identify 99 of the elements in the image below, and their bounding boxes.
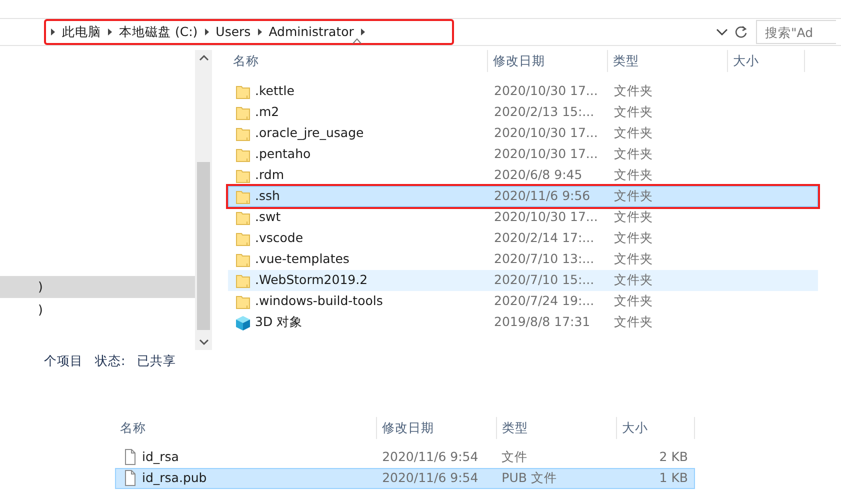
- file-icon: [122, 449, 138, 466]
- type-cell-text: 文件夹: [613, 250, 654, 268]
- folder-icon: [235, 294, 251, 310]
- file-name: 3D 对象: [255, 313, 303, 332]
- file-name: id_rsa: [142, 448, 179, 466]
- cube-icon: [235, 314, 251, 330]
- breadcrumb-item[interactable]: 此电脑: [62, 22, 101, 42]
- file-row[interactable]: 3D 对象 2019/8/8 17:31 文件夹: [228, 312, 818, 333]
- type-cell-text: 文件: [500, 448, 529, 466]
- type-cell-text: 文件夹: [613, 124, 654, 142]
- file-row[interactable]: .pentaho 2020/10/30 17... 文件夹: [228, 144, 818, 165]
- folder-icon: [235, 126, 251, 142]
- chevron-icon: [256, 28, 263, 36]
- file-name: .vue-templates: [255, 250, 350, 268]
- date-cell-text: 2019/8/8 17:31: [493, 313, 592, 332]
- file-name: .swt: [255, 208, 281, 226]
- type-cell-text: 文件夹: [613, 271, 654, 290]
- file-name: .WebStorm2019.2: [255, 271, 368, 290]
- chevron-icon: [204, 28, 210, 36]
- type-cell-text: PUB 文件: [500, 468, 558, 487]
- folder-icon: [235, 210, 251, 226]
- column-header[interactable]: 修改日期: [377, 416, 497, 439]
- nav-item[interactable]: ): [0, 276, 195, 298]
- chevron-icon: [107, 28, 113, 36]
- date-cell-text: 2020/2/13 15:...: [493, 103, 596, 122]
- date-cell-text: 2020/10/30 17...: [493, 82, 599, 100]
- column-header[interactable]: 大小: [617, 416, 695, 439]
- file-row[interactable]: .vue-templates 2020/7/10 13:... 文件夹: [228, 249, 818, 270]
- file-row[interactable]: id_rsa.pub 2020/11/6 9:54 PUB 文件 1 KB: [115, 468, 695, 489]
- type-cell-text: 文件夹: [613, 82, 654, 100]
- file-name: .oracle_jre_usage: [255, 124, 364, 142]
- file-icon: [122, 470, 138, 486]
- file-row[interactable]: .ssh 2020/11/6 9:56 文件夹: [228, 186, 818, 207]
- breadcrumb-item[interactable]: 本地磁盘 (C:): [119, 22, 198, 42]
- type-cell-text: 文件夹: [613, 145, 654, 164]
- type-cell-text: 文件夹: [613, 292, 654, 310]
- column-header[interactable]: 类型: [608, 50, 728, 72]
- file-row[interactable]: .rdm 2020/6/8 9:45 文件夹: [228, 165, 818, 186]
- folder-icon: [235, 272, 251, 288]
- size-cell-text: 2 KB: [658, 448, 689, 466]
- folder-icon: [235, 104, 251, 120]
- date-cell-text: 2020/7/10 13:...: [493, 250, 596, 268]
- date-cell-text: 2020/11/6 9:54: [381, 448, 480, 466]
- status-text: 状态:: [95, 352, 126, 370]
- date-cell-text: 2020/11/6 9:56: [493, 187, 592, 206]
- file-row[interactable]: .WebStorm2019.2 2020/7/10 15:... 文件夹: [228, 270, 818, 291]
- file-name: .rdm: [255, 166, 284, 184]
- type-cell-text: 文件夹: [613, 187, 654, 206]
- type-cell-text: 文件夹: [613, 166, 654, 184]
- column-header[interactable]: 名称: [228, 50, 488, 72]
- file-name: id_rsa.pub: [142, 468, 207, 487]
- folder-icon: [235, 252, 251, 268]
- file-row[interactable]: id_rsa 2020/11/6 9:54 文件 2 KB: [115, 446, 695, 468]
- file-name: .kettle: [255, 82, 294, 100]
- type-cell-text: 文件夹: [613, 229, 654, 248]
- file-row[interactable]: .vscode 2020/2/14 17:... 文件夹: [228, 228, 818, 249]
- file-name: .pentaho: [255, 145, 311, 164]
- column-header[interactable]: 大小: [728, 50, 805, 72]
- file-row[interactable]: .m2 2020/2/13 15:... 文件夹: [228, 102, 818, 123]
- sort-caret-icon: [352, 38, 362, 44]
- folder-icon: [235, 188, 251, 204]
- refresh-icon[interactable]: [734, 25, 748, 39]
- nav-item[interactable]: ): [0, 299, 195, 321]
- dropdown-caret-icon[interactable]: [716, 28, 728, 36]
- scrollbar[interactable]: [195, 50, 212, 350]
- date-cell-text: 2020/10/30 17...: [493, 208, 599, 226]
- file-name: .m2: [255, 103, 280, 122]
- type-cell-text: 文件夹: [613, 208, 654, 226]
- folder-icon: [235, 84, 251, 100]
- date-cell-text: 2020/11/6 9:54: [381, 468, 480, 487]
- file-name: .vscode: [255, 229, 304, 248]
- column-header[interactable]: 名称: [115, 416, 377, 439]
- column-header[interactable]: 类型: [497, 416, 617, 439]
- date-cell-text: 2020/6/8 9:45: [493, 166, 584, 184]
- folder-icon: [235, 230, 251, 246]
- file-row[interactable]: .swt 2020/10/30 17... 文件夹: [228, 207, 818, 228]
- date-cell-text: 2020/7/10 15:...: [493, 271, 596, 290]
- folder-icon: [235, 168, 251, 184]
- date-cell-text: 2020/10/30 17...: [493, 124, 599, 142]
- search-field[interactable]: 搜索"Ad: [756, 20, 836, 44]
- status-text: 已共享: [137, 352, 176, 370]
- type-cell-text: 文件夹: [613, 313, 654, 332]
- date-cell-text: 2020/10/30 17...: [493, 145, 599, 164]
- type-cell-text: 文件夹: [613, 103, 654, 122]
- size-cell-text: 1 KB: [658, 468, 689, 487]
- date-cell-text: 2020/2/14 17:...: [493, 229, 596, 248]
- chevron-icon: [360, 28, 366, 36]
- column-header[interactable]: 修改日期: [488, 50, 608, 72]
- date-cell-text: 2020/7/24 19:...: [493, 292, 596, 310]
- file-row[interactable]: .windows-build-tools 2020/7/24 19:... 文件夹: [228, 291, 818, 312]
- chevron-icon: [50, 28, 56, 36]
- folder-icon: [235, 146, 251, 162]
- status-text: 个项目: [44, 352, 83, 370]
- file-name: .ssh: [255, 187, 280, 206]
- file-row[interactable]: .kettle 2020/10/30 17... 文件夹: [228, 81, 818, 102]
- breadcrumb-item[interactable]: Administrator: [268, 22, 354, 42]
- breadcrumb-item[interactable]: Users: [216, 22, 251, 42]
- file-name: .windows-build-tools: [255, 292, 383, 310]
- file-row[interactable]: .oracle_jre_usage 2020/10/30 17... 文件夹: [228, 123, 818, 144]
